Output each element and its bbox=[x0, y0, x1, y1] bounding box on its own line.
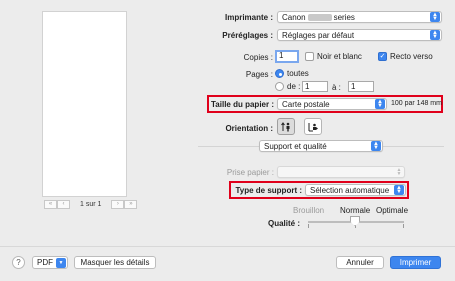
quality-slider-knob[interactable] bbox=[350, 216, 360, 226]
orientation-label: Orientation : bbox=[225, 124, 273, 133]
chevron-down-icon: ▼ bbox=[56, 257, 66, 268]
pdf-label: PDF bbox=[37, 258, 53, 267]
last-page-button[interactable]: » bbox=[124, 199, 138, 209]
chevron-updown-icon: ▲ ▼ bbox=[430, 30, 440, 40]
paper-size-dimensions: 100 par 148 mm bbox=[391, 100, 442, 107]
paper-source-select[interactable]: ▲ ▼ bbox=[277, 166, 405, 178]
pages-label: Pages : bbox=[245, 70, 273, 79]
pages-range-radio[interactable] bbox=[275, 82, 284, 91]
pages-to-field[interactable]: 1 bbox=[348, 81, 374, 92]
chevron-updown-icon: ▲ ▼ bbox=[371, 141, 381, 151]
printer-select[interactable]: Canon series ▲ ▼ bbox=[277, 11, 442, 23]
paper-source-label: Prise papier : bbox=[226, 168, 274, 177]
hide-details-button[interactable]: Masquer les détails bbox=[74, 256, 156, 269]
portrait-orientation-button[interactable] bbox=[277, 118, 295, 135]
pdf-menu-button[interactable]: PDF ▼ bbox=[32, 256, 68, 269]
cancel-button[interactable]: Annuler bbox=[336, 256, 384, 269]
previous-page-button[interactable]: ‹ bbox=[57, 199, 70, 209]
quality-low-label: Brouillon bbox=[293, 206, 325, 215]
chevron-updown-icon: ▲ ▼ bbox=[430, 12, 440, 22]
panel-value: Support et qualité bbox=[264, 141, 327, 151]
page-preview bbox=[42, 11, 127, 197]
black-white-checkbox[interactable] bbox=[305, 52, 314, 61]
chevron-updown-icon: ▲ ▼ bbox=[396, 167, 402, 177]
chevron-updown-icon: ▲ ▼ bbox=[375, 99, 385, 109]
next-page-button[interactable]: › bbox=[111, 199, 125, 209]
printer-label: Imprimante : bbox=[224, 13, 273, 22]
pages-all-label: toutes bbox=[287, 69, 309, 78]
paper-size-label: Taille du papier : bbox=[211, 100, 274, 109]
duplex-label: Recto verso bbox=[390, 52, 433, 61]
page-navigator: « ‹ 1 sur 1 › » bbox=[44, 199, 138, 209]
presets-label: Préréglages : bbox=[222, 31, 273, 40]
landscape-icon bbox=[308, 122, 318, 131]
footer-divider bbox=[0, 246, 455, 247]
pages-all-radio[interactable] bbox=[275, 69, 284, 78]
presets-select[interactable]: Réglages par défaut ▲ ▼ bbox=[277, 29, 442, 41]
printer-name-prefix: Canon bbox=[282, 12, 306, 22]
media-type-value: Sélection automatique bbox=[310, 185, 390, 195]
printer-name-suffix: series bbox=[333, 12, 355, 22]
paper-size-value: Carte postale bbox=[282, 99, 330, 109]
duplex-checkbox[interactable]: ✓ bbox=[378, 52, 387, 61]
copies-label: Copies : bbox=[243, 53, 273, 62]
quality-tick bbox=[403, 224, 404, 228]
pages-from-label: de : bbox=[287, 82, 301, 91]
quality-high-label: Optimale bbox=[376, 206, 409, 215]
quality-mid-label: Normale bbox=[340, 206, 371, 215]
portrait-icon bbox=[281, 121, 290, 131]
black-white-label: Noir et blanc bbox=[317, 52, 362, 61]
panel-select[interactable]: Support et qualité ▲ ▼ bbox=[259, 140, 383, 152]
pages-from-field[interactable]: 1 bbox=[302, 81, 328, 92]
pages-to-label: à : bbox=[332, 83, 341, 92]
quality-tick bbox=[308, 224, 309, 228]
print-button[interactable]: Imprimer bbox=[390, 256, 441, 269]
copies-field[interactable]: 1 bbox=[275, 50, 299, 63]
media-type-label: Type de support : bbox=[235, 186, 302, 195]
first-page-button[interactable]: « bbox=[44, 199, 57, 209]
redacted-model bbox=[307, 13, 332, 21]
quality-label: Qualité : bbox=[267, 219, 300, 228]
page-count-label: 1 sur 1 bbox=[80, 200, 102, 208]
landscape-orientation-button[interactable] bbox=[304, 118, 322, 135]
paper-size-select[interactable]: Carte postale ▲ ▼ bbox=[277, 98, 387, 110]
help-button[interactable]: ? bbox=[12, 256, 25, 269]
chevron-updown-icon: ▲ ▼ bbox=[394, 185, 404, 195]
presets-value: Réglages par défaut bbox=[282, 30, 355, 40]
media-type-select[interactable]: Sélection automatique ▲ ▼ bbox=[305, 184, 406, 196]
